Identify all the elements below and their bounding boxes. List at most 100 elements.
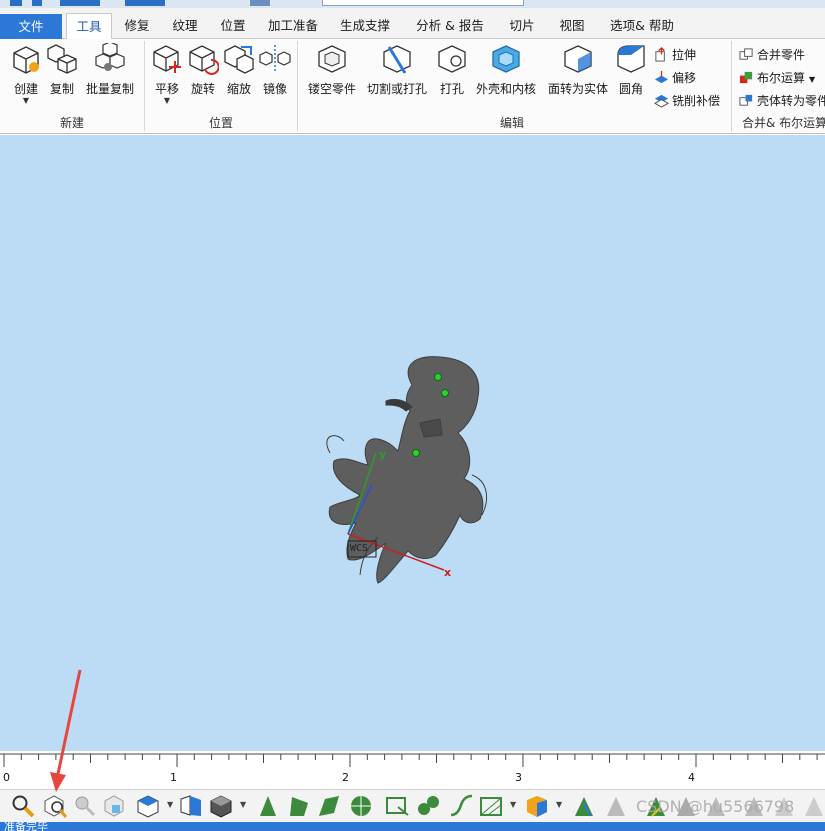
quick-tools-2-icon[interactable] xyxy=(125,0,165,6)
zoom-icon[interactable] xyxy=(10,793,36,819)
3d-viewport[interactable]: x y WCS xyxy=(0,135,825,751)
search-input[interactable] xyxy=(322,0,524,6)
fillet-label: 圆角 xyxy=(618,82,643,96)
face-to-solid-icon xyxy=(564,45,592,73)
shaded-view-icon[interactable] xyxy=(208,793,234,819)
copy-button[interactable]: 复制 xyxy=(45,43,79,97)
cut-cube-icon xyxy=(383,45,411,74)
color-part-icon[interactable] xyxy=(524,793,550,819)
boolean-button[interactable]: 布尔运算 ▼ xyxy=(739,68,815,88)
zoom-selection-icon[interactable] xyxy=(72,793,98,819)
status-text: 准备完毕 xyxy=(4,822,48,831)
ruler: 0 1 2 3 4 xyxy=(0,751,825,789)
edit-group-label: 编辑 xyxy=(500,116,525,130)
rotate-button[interactable]: 旋转 xyxy=(186,43,220,97)
perspective-icon[interactable] xyxy=(178,793,204,819)
position-group-label: 位置 xyxy=(209,116,234,130)
tab-repair[interactable]: 修复 xyxy=(116,13,158,39)
fillet-icon xyxy=(617,45,645,73)
chevron-down-icon[interactable]: ▼ xyxy=(510,800,516,809)
rotate-icon xyxy=(189,45,220,75)
select-icon[interactable] xyxy=(250,0,270,6)
ruler-tick-label: 3 xyxy=(515,771,522,784)
wcs-label: WCS xyxy=(350,543,369,554)
extrude-button[interactable]: 拉伸 xyxy=(654,45,696,65)
shell-core-button[interactable]: 外壳和内核 xyxy=(474,43,538,97)
create-button[interactable]: 创建 ▼ xyxy=(8,43,44,105)
ruler-ticks xyxy=(0,753,825,767)
mirror-button[interactable]: 镜像 xyxy=(258,43,292,97)
tab-build-prep[interactable]: 加工准备 xyxy=(262,13,324,39)
scale-button[interactable]: 缩放 xyxy=(222,43,256,97)
view-cube-icon[interactable] xyxy=(135,793,161,819)
select-lasso-icon[interactable] xyxy=(416,793,442,819)
save-icon[interactable] xyxy=(10,0,22,6)
tab-supports[interactable]: 生成支撑 xyxy=(334,13,396,39)
tab-file[interactable]: 文件 xyxy=(0,14,62,39)
status-bar: 准备完毕 xyxy=(0,822,825,831)
tab-options-help[interactable]: 选项& 帮助 xyxy=(604,13,680,39)
cut-or-punch-button[interactable]: 切割或打孔 xyxy=(366,43,428,97)
merge-parts-button[interactable]: 合并零件 xyxy=(739,45,805,65)
quick-access-toolbar xyxy=(0,0,825,8)
select-grid-icon[interactable] xyxy=(478,793,504,819)
chevron-down-icon[interactable]: ▼ xyxy=(8,97,44,105)
tab-view[interactable]: 视图 xyxy=(550,13,594,39)
offset-icon xyxy=(654,70,669,84)
mill-compensation-label: 铣削补偿 xyxy=(672,94,721,108)
extrude-icon xyxy=(655,47,665,62)
ribbon-tab-bar: 文件 工具 修复 纹理 位置 加工准备 生成支撑 分析 & 报告 切片 视图 选… xyxy=(0,8,825,40)
select-rectangle-icon[interactable] xyxy=(384,793,410,819)
select-shell-icon[interactable] xyxy=(286,793,312,819)
hollow-part-label: 镂空零件 xyxy=(307,82,356,96)
ribbon: 创建 ▼ 复制 批量复制 新建 平移 ▼ 旋转 缩放 镜像 位置 镂空零件 切割… xyxy=(0,39,825,134)
offset-button[interactable]: 偏移 xyxy=(654,68,696,88)
tab-slice[interactable]: 切片 xyxy=(500,13,544,39)
select-surface-icon[interactable] xyxy=(316,793,342,819)
tab-analysis-report[interactable]: 分析 & 报告 xyxy=(408,13,492,39)
chevron-down-icon[interactable]: ▼ xyxy=(167,800,173,809)
tab-tools[interactable]: 工具 xyxy=(66,13,112,40)
merge-parts-label: 合并零件 xyxy=(757,48,806,62)
shell-to-part-label: 壳体转为零件 xyxy=(757,94,825,108)
group-divider xyxy=(144,41,145,131)
chevron-down-icon[interactable]: ▼ xyxy=(556,800,562,809)
select-sphere-icon[interactable] xyxy=(348,793,374,819)
chevron-down-icon[interactable]: ▼ xyxy=(150,97,184,105)
shell-core-label: 外壳和内核 xyxy=(475,82,536,96)
axis-y-label: y xyxy=(379,448,387,461)
copy-cubes-icon xyxy=(47,44,77,74)
boolean-icon xyxy=(739,71,753,84)
zoom-part-icon[interactable] xyxy=(102,793,128,819)
edge-marking-icon[interactable] xyxy=(802,793,825,819)
scale-label: 缩放 xyxy=(226,82,251,96)
merge-group-label: 合并& 布尔运算 xyxy=(742,116,825,130)
select-triangle-icon[interactable] xyxy=(256,793,282,819)
select-curve-icon[interactable] xyxy=(448,793,474,819)
translate-icon xyxy=(153,45,181,73)
mill-compensation-button[interactable]: 铣削补偿 xyxy=(654,91,720,111)
cut-or-punch-label: 切割或打孔 xyxy=(366,82,427,96)
chevron-down-icon[interactable]: ▼ xyxy=(809,75,815,84)
face-to-solid-button[interactable]: 面转为实体 xyxy=(546,43,610,97)
chevron-down-icon[interactable]: ▼ xyxy=(240,800,246,809)
hollow-part-button[interactable]: 镂空零件 xyxy=(304,43,360,97)
punch-icon xyxy=(438,45,466,73)
tab-position[interactable]: 位置 xyxy=(212,13,254,39)
batch-copy-button[interactable]: 批量复制 xyxy=(84,41,136,97)
triangle-unmark-icon[interactable] xyxy=(604,793,630,819)
mirror-icon xyxy=(259,45,291,73)
zoom-to-fit-icon[interactable] xyxy=(42,793,68,819)
create-cube-icon xyxy=(13,46,39,74)
tab-texture[interactable]: 纹理 xyxy=(164,13,206,39)
triangle-mark-icon[interactable] xyxy=(572,793,598,819)
open-icon[interactable] xyxy=(32,0,42,6)
translate-label: 平移 xyxy=(154,82,179,96)
ruler-tick-label: 2 xyxy=(342,771,349,784)
punch-button[interactable]: 打孔 xyxy=(436,43,468,97)
quick-tools-icon[interactable] xyxy=(60,0,100,6)
face-to-solid-label: 面转为实体 xyxy=(547,82,608,96)
translate-button[interactable]: 平移 ▼ xyxy=(150,43,184,105)
shell-to-part-button[interactable]: 壳体转为零件 xyxy=(739,91,825,111)
fillet-button[interactable]: 圆角 xyxy=(614,43,648,97)
